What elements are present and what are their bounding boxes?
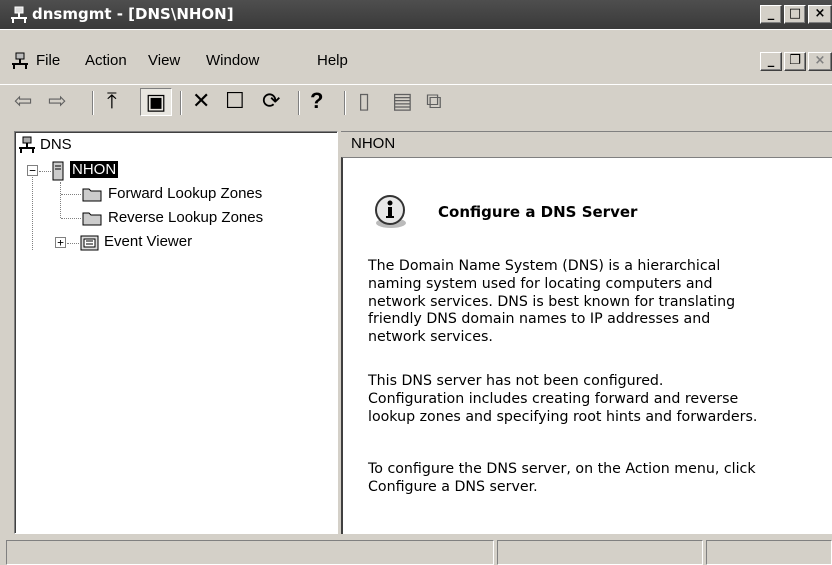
help-icon[interactable]: ? [310,88,323,116]
toolbar-separator [344,91,346,115]
tree-line [32,170,33,250]
server-list-icon[interactable]: ▯ [358,88,370,116]
expand-toggle[interactable]: + [55,237,66,248]
tree-server-node[interactable]: NHON [68,160,120,179]
window-title: dnsmgmt - [DNS\NHON] [32,5,234,23]
status-panel-2 [497,540,703,565]
text-line: lookup zones and specifying root hints a… [368,408,758,425]
menu-action[interactable]: Action [85,52,127,69]
text-line: friendly DNS domain names to IP addresse… [368,311,711,328]
detail-pane-header: NHON [341,131,832,157]
back-arrow-icon[interactable]: ⇦ [14,88,32,116]
configure-dns-heading: Configure a DNS Server [438,203,638,221]
tree-line [61,194,81,195]
menu-help[interactable]: Help [317,52,348,69]
mdi-close-button[interactable]: × [808,52,832,71]
toolbar-divider [0,84,832,85]
menu-file[interactable]: File [36,52,60,69]
instructions-paragraph: To configure the DNS server, on the Acti… [368,461,813,497]
text-line: This DNS server has not been configured. [368,373,664,389]
mdi-restore-button[interactable]: ❐ [784,52,806,71]
folder-icon [82,188,102,202]
maximize-button[interactable]: □ [784,5,806,24]
dns-root-icon [19,136,35,153]
toolbar-separator [298,91,300,115]
mdi-minimize-button[interactable]: _ [760,52,782,71]
status-panel-main [6,540,494,565]
show-hide-tree-icon[interactable]: ▣ [140,88,172,116]
tree-line [61,218,81,219]
text-line: network services. DNS is best known for … [368,293,736,310]
up-one-level-icon[interactable]: ⤒ [107,88,117,116]
tree-item-forward-lookup-zones[interactable]: Forward Lookup Zones [108,185,262,202]
toolbar-separator [180,91,182,115]
dns-app-icon [11,6,27,23]
document-icon[interactable]: ▤ [392,88,413,116]
tree-line [60,182,61,218]
delete-icon[interactable]: ✕ [192,88,210,116]
close-button[interactable]: × [808,5,832,24]
folder-icon [82,212,102,226]
toolbar-separator [92,91,94,115]
minimize-button[interactable]: _ [760,5,782,24]
text-line: The Domain Name System (DNS) is a hierar… [368,258,721,274]
status-bar [0,537,832,565]
tree-line [67,243,79,244]
properties-icon[interactable]: ☐ [225,88,245,116]
text-line: naming system used for locating computer… [368,275,713,292]
tree-line [39,171,51,172]
event-viewer-icon [80,235,99,251]
dns-description-paragraph: The Domain Name System (DNS) is a hierar… [368,258,813,347]
not-configured-paragraph: This DNS server has not been configured.… [368,373,813,426]
text-line: network services. [368,329,493,346]
status-panel-3 [706,540,832,565]
tree-item-event-viewer[interactable]: Event Viewer [104,233,192,250]
text-line: Configuration includes creating forward … [368,390,739,407]
export-icon[interactable]: ⧉ [426,88,442,116]
info-icon [375,195,406,228]
title-bar[interactable]: dnsmgmt - [DNS\NHON] _ □ × [0,0,832,30]
refresh-icon[interactable]: ⟳ [262,88,280,116]
menu-view[interactable]: View [148,52,180,69]
menu-window[interactable]: Window [206,52,259,69]
text-line: To configure the DNS server, on the Acti… [368,461,756,477]
tree-root-dns[interactable]: DNS [40,136,72,153]
text-line: Configure a DNS server. [368,478,538,495]
forward-arrow-icon[interactable]: ⇨ [48,88,66,116]
collapse-toggle[interactable]: − [27,165,38,176]
mmc-document-icon[interactable] [11,52,29,70]
tree-item-reverse-lookup-zones[interactable]: Reverse Lookup Zones [108,209,263,226]
server-icon [52,161,64,181]
